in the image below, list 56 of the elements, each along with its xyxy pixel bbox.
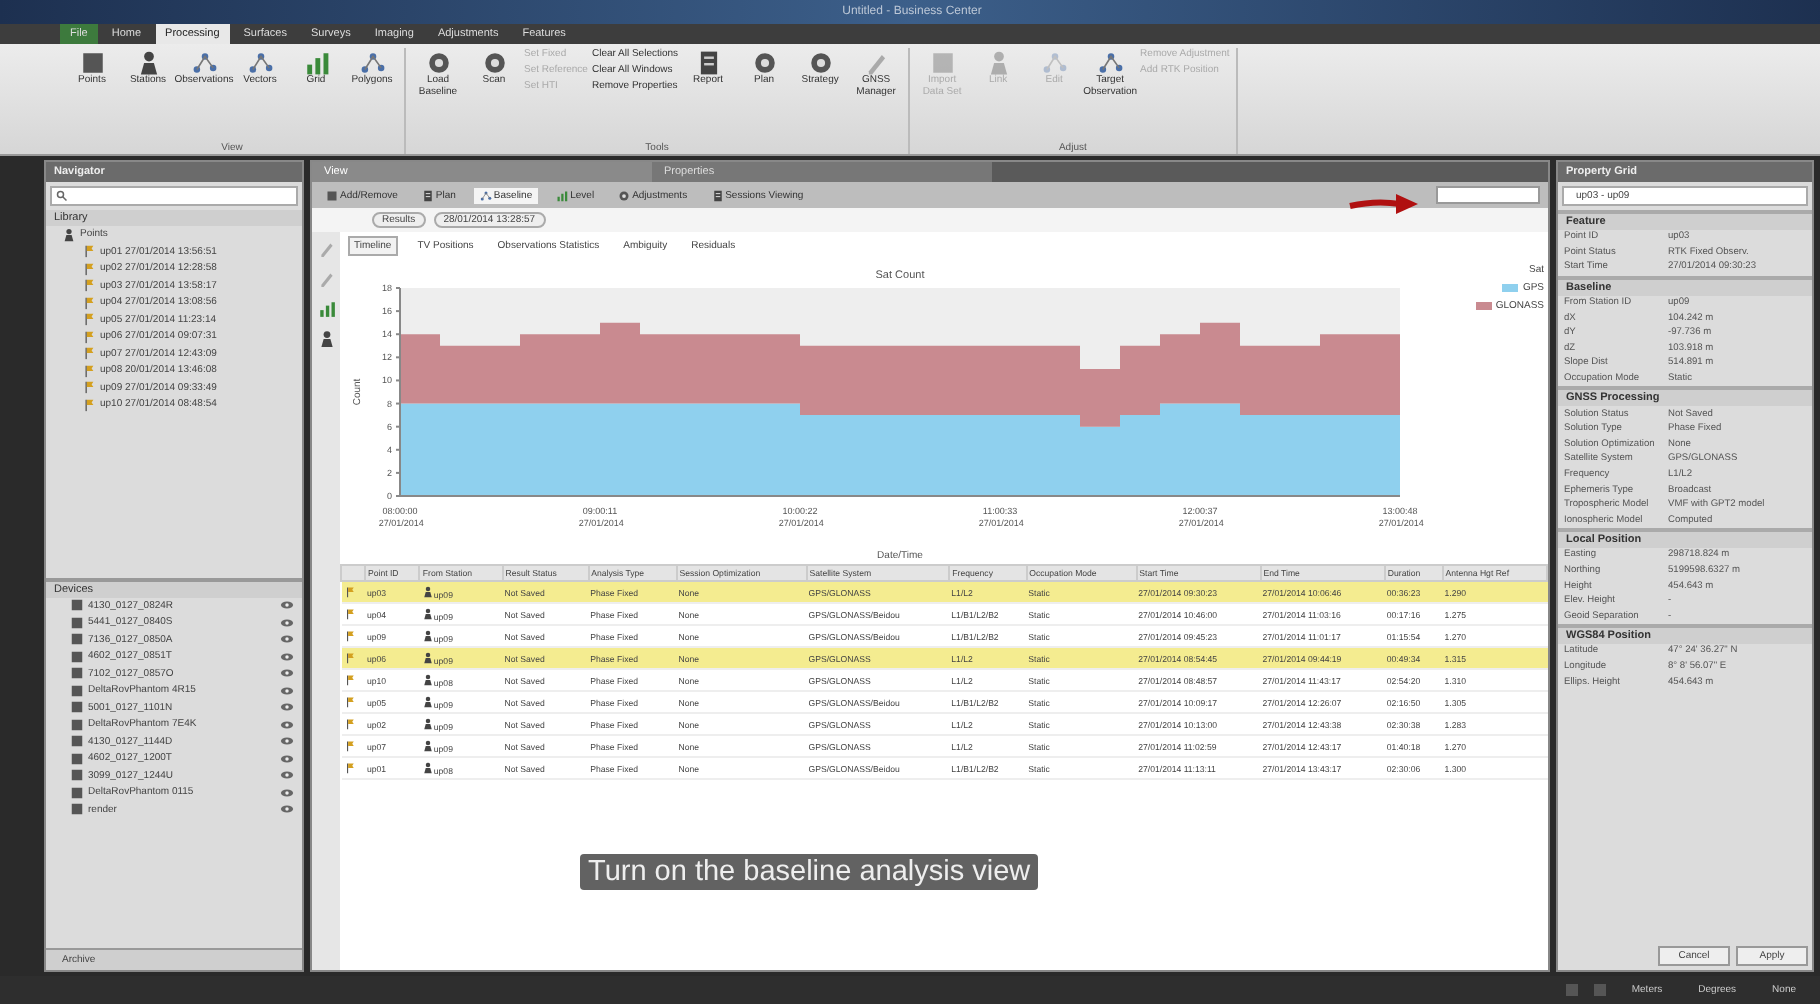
points-icon <box>1041 50 1068 76</box>
flag-icon <box>343 585 355 597</box>
eye-icon[interactable] <box>280 734 294 749</box>
points-icon <box>1097 50 1124 76</box>
eye-icon[interactable] <box>280 666 294 681</box>
chart-icon[interactable] <box>317 300 335 318</box>
person-icon <box>421 739 434 751</box>
person-icon <box>135 50 161 76</box>
person-icon <box>421 717 434 729</box>
annotation-arrow <box>1348 192 1420 216</box>
eye-icon[interactable] <box>280 615 294 630</box>
eye-icon[interactable] <box>280 751 294 766</box>
person-icon <box>421 695 434 707</box>
eye-icon[interactable] <box>280 598 294 613</box>
points-icon <box>479 189 492 201</box>
flag-icon <box>343 629 355 641</box>
doc-icon <box>711 189 724 201</box>
eye-icon[interactable] <box>280 717 294 732</box>
flag-icon <box>343 673 355 685</box>
eye-icon[interactable] <box>280 649 294 664</box>
points-icon <box>191 50 217 76</box>
chart-icon <box>303 50 329 76</box>
pencil-icon <box>863 50 890 76</box>
chart-icon <box>556 189 569 201</box>
square-icon <box>79 50 105 76</box>
eye-icon[interactable] <box>280 632 294 647</box>
video-caption: Turn on the baseline analysis view <box>580 854 1039 890</box>
flag-icon <box>343 739 355 751</box>
doc-icon <box>695 50 722 76</box>
person-icon <box>985 50 1012 76</box>
square-icon <box>326 189 338 201</box>
person-icon <box>62 227 76 242</box>
search-icon <box>56 190 68 202</box>
person-icon <box>421 585 434 597</box>
person-icon[interactable] <box>317 330 335 348</box>
points-icon <box>247 50 273 76</box>
person-icon <box>421 651 434 663</box>
eye-icon[interactable] <box>280 802 294 817</box>
flag-icon <box>343 651 355 663</box>
flag-icon <box>343 607 355 619</box>
search-field[interactable] <box>50 186 298 206</box>
eye-icon[interactable] <box>280 768 294 783</box>
points-icon <box>359 50 385 76</box>
flag-icon <box>343 761 355 773</box>
square-icon <box>929 50 956 76</box>
eye-icon[interactable] <box>280 785 294 800</box>
flag-icon <box>343 695 355 707</box>
person-icon <box>421 629 434 641</box>
eye-icon[interactable] <box>280 683 294 698</box>
search-field[interactable] <box>1436 186 1540 204</box>
person-icon <box>421 673 434 685</box>
person-icon <box>421 607 434 619</box>
doc-icon <box>421 189 434 201</box>
eye-icon[interactable] <box>280 700 294 715</box>
flag-icon <box>343 717 355 729</box>
person-icon <box>421 761 434 773</box>
